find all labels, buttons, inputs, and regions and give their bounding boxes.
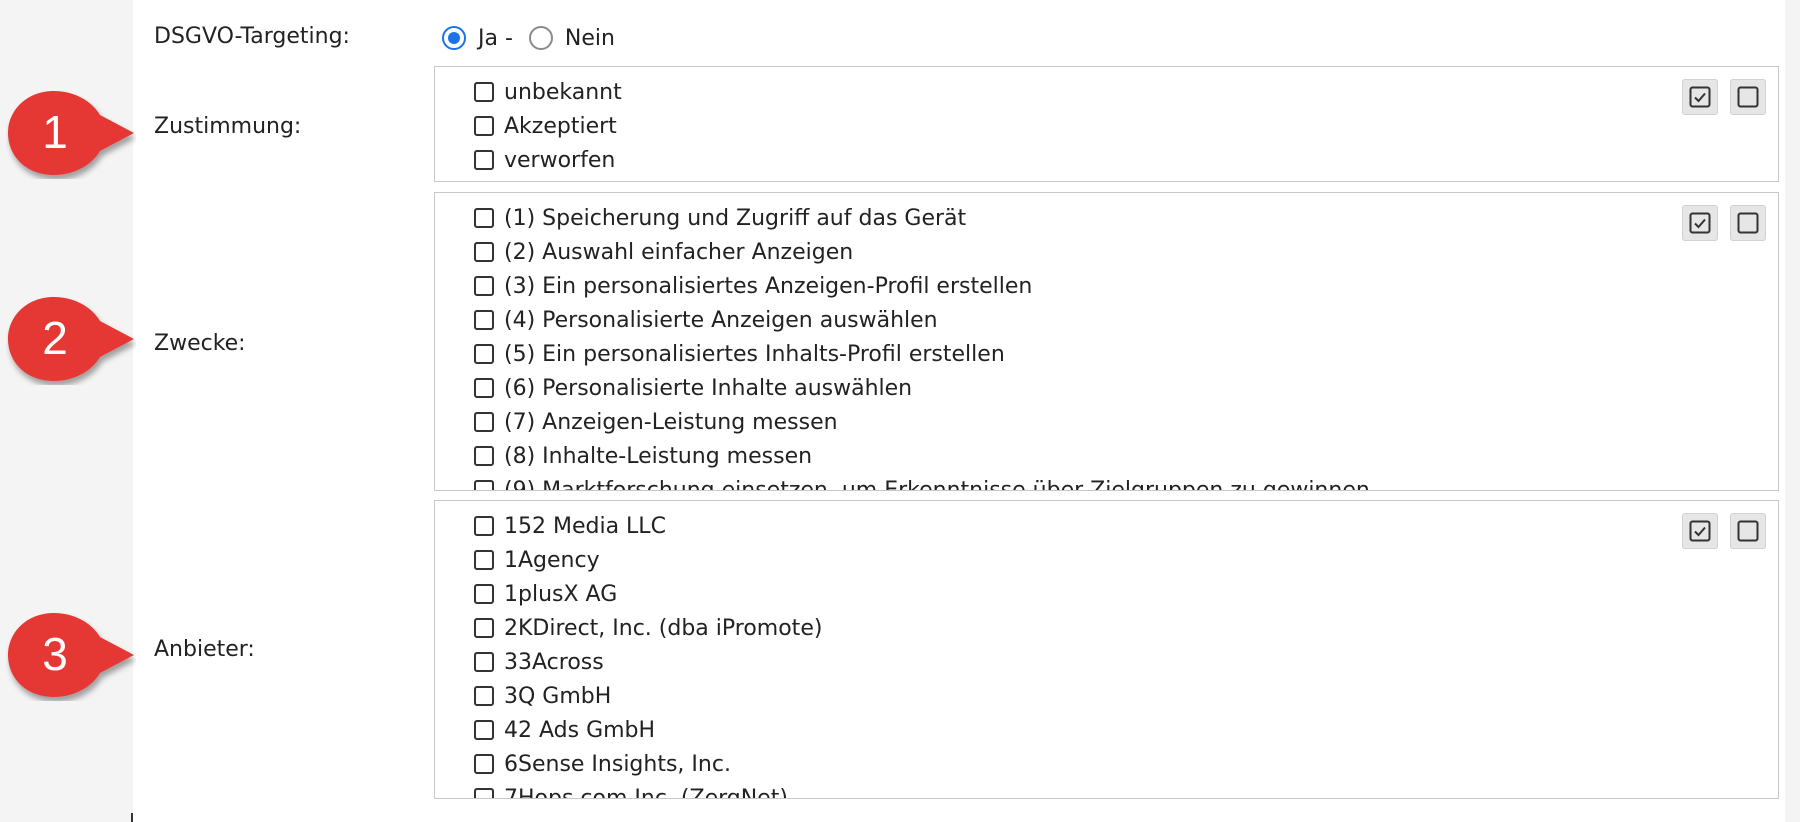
anbieter-label: Anbieter:: [154, 637, 255, 662]
anbieter-items: 152 Media LLC 1Agency 1plusX AG 2KDirect, I…: [474, 509, 822, 799]
annotation-marker-3-number: 3: [42, 628, 68, 680]
checkbox[interactable]: [474, 242, 494, 262]
checkbox-option[interactable]: (3) Ein personalisiertes Anzeigen-Profil…: [474, 269, 1370, 303]
zwecke-label: Zwecke:: [154, 331, 246, 356]
checkbox-option-label[interactable]: verworfen: [504, 148, 615, 173]
empty-square-icon: [1737, 212, 1759, 234]
checkbox[interactable]: [474, 754, 494, 774]
checkbox-option[interactable]: 3Q GmbH: [474, 679, 822, 713]
checkbox-option-label[interactable]: (4) Personalisierte Anzeigen auswählen: [504, 308, 938, 333]
zustimmung-checkbox-list[interactable]: unbekannt Akzeptiert verworfen: [434, 66, 1779, 182]
zustimmung-items: unbekannt Akzeptiert verworfen: [474, 75, 622, 177]
checkbox-option[interactable]: 6Sense Insights, Inc.: [474, 747, 822, 781]
annotation-marker-1-number: 1: [42, 106, 68, 158]
annotation-marker-1: 1: [6, 89, 136, 179]
checkbox[interactable]: [474, 550, 494, 570]
checkbox-option[interactable]: 1plusX AG: [474, 577, 822, 611]
checkbox-option[interactable]: verworfen: [474, 143, 622, 177]
checkbox-option-label[interactable]: 33Across: [504, 650, 604, 675]
checkbox-option-label[interactable]: (1) Speicherung und Zugriff auf das Gerä…: [504, 206, 966, 231]
radio-nein-label[interactable]: Nein: [565, 26, 615, 51]
radio-nein[interactable]: [528, 26, 553, 50]
checkbox-option-label[interactable]: Akzeptiert: [504, 114, 617, 139]
anbieter-select-all-button[interactable]: [1682, 513, 1718, 549]
checkbox-option[interactable]: (7) Anzeigen-Leistung messen: [474, 405, 1370, 439]
checkbox-option[interactable]: (9) Marktforschung einsetzen, um Erkennt…: [474, 473, 1370, 491]
annotation-marker-3: 3: [6, 611, 136, 701]
zustimmung-select-none-button[interactable]: [1730, 79, 1766, 115]
checkbox[interactable]: [474, 686, 494, 706]
checkbox-option[interactable]: 2KDirect, Inc. (dba iPromote): [474, 611, 822, 645]
checkbox-option-label[interactable]: (5) Ein personalisiertes Inhalts-Profil …: [504, 342, 1005, 367]
checkbox[interactable]: [474, 652, 494, 672]
checkbox-option-label[interactable]: 6Sense Insights, Inc.: [504, 752, 731, 777]
checkbox-option[interactable]: 1Agency: [474, 543, 822, 577]
checkbox[interactable]: [474, 116, 494, 136]
checkbox-option[interactable]: (1) Speicherung und Zugriff auf das Gerä…: [474, 201, 1370, 235]
zustimmung-label: Zustimmung:: [154, 114, 302, 139]
checkbox-option-label[interactable]: 42 Ads GmbH: [504, 718, 655, 743]
radio-ja[interactable]: [442, 26, 466, 50]
zustimmung-select-all-button[interactable]: [1682, 79, 1718, 115]
checkbox-option-label[interactable]: (8) Inhalte-Leistung messen: [504, 444, 812, 469]
checkbox[interactable]: [474, 480, 494, 490]
checkbox-option[interactable]: (2) Auswahl einfacher Anzeigen: [474, 235, 1370, 269]
annotation-marker-2: 2: [6, 295, 136, 385]
checkbox[interactable]: [474, 412, 494, 432]
checkbox-option[interactable]: unbekannt: [474, 75, 622, 109]
checkbox-option[interactable]: Akzeptiert: [474, 109, 622, 143]
checkbox-option-label[interactable]: 2KDirect, Inc. (dba iPromote): [504, 616, 822, 641]
checkbox-option[interactable]: (6) Personalisierte Inhalte auswählen: [474, 371, 1370, 405]
checkbox[interactable]: [474, 82, 494, 102]
checkbox-option[interactable]: 33Across: [474, 645, 822, 679]
zwecke-items: (1) Speicherung und Zugriff auf das Gerä…: [474, 201, 1370, 491]
checkbox-option[interactable]: 152 Media LLC: [474, 509, 822, 543]
checkbox-option-label[interactable]: (6) Personalisierte Inhalte auswählen: [504, 376, 912, 401]
checkbox[interactable]: [474, 208, 494, 228]
zwecke-checkbox-list[interactable]: (1) Speicherung und Zugriff auf das Gerä…: [434, 192, 1779, 491]
dsgvo-targeting-label: DSGVO-Targeting:: [154, 24, 350, 49]
check-square-icon: [1689, 212, 1711, 234]
checkbox[interactable]: [474, 276, 494, 296]
radio-ja-label[interactable]: Ja -: [478, 26, 513, 51]
checkbox-option-label[interactable]: (7) Anzeigen-Leistung messen: [504, 410, 838, 435]
anbieter-checkbox-list[interactable]: 152 Media LLC 1Agency 1plusX AG 2KDirect, I…: [434, 500, 1779, 799]
checkbox-option-label[interactable]: unbekannt: [504, 80, 622, 105]
checkbox-option[interactable]: (4) Personalisierte Anzeigen auswählen: [474, 303, 1370, 337]
dsgvo-targeting-radio-group: Ja - Nein: [442, 20, 631, 56]
checkbox[interactable]: [474, 618, 494, 638]
checkbox[interactable]: [474, 310, 494, 330]
anbieter-select-none-button[interactable]: [1730, 513, 1766, 549]
checkbox-option-label[interactable]: 1Agency: [504, 548, 600, 573]
panel-edge-mark: [131, 813, 133, 822]
checkbox[interactable]: [474, 788, 494, 798]
checkbox[interactable]: [474, 150, 494, 170]
empty-square-icon: [1737, 86, 1759, 108]
checkbox-option[interactable]: (8) Inhalte-Leistung messen: [474, 439, 1370, 473]
checkbox-option[interactable]: (5) Ein personalisiertes Inhalts-Profil …: [474, 337, 1370, 371]
checkbox[interactable]: [474, 378, 494, 398]
checkbox-option-label[interactable]: (9) Marktforschung einsetzen, um Erkennt…: [504, 478, 1370, 491]
checkbox-option-label[interactable]: 152 Media LLC: [504, 514, 666, 539]
checkbox[interactable]: [474, 720, 494, 740]
annotation-marker-2-number: 2: [42, 312, 68, 364]
checkbox[interactable]: [474, 516, 494, 536]
checkbox-option-label[interactable]: 1plusX AG: [504, 582, 617, 607]
zwecke-select-all-button[interactable]: [1682, 205, 1718, 241]
checkbox-option-label[interactable]: 7Hops.com Inc. (ZergNet): [504, 786, 788, 799]
checkbox-option-label[interactable]: (3) Ein personalisiertes Anzeigen-Profil…: [504, 274, 1032, 299]
zwecke-select-none-button[interactable]: [1730, 205, 1766, 241]
empty-square-icon: [1737, 520, 1759, 542]
checkbox[interactable]: [474, 344, 494, 364]
checkbox[interactable]: [474, 446, 494, 466]
checkbox-option-label[interactable]: 3Q GmbH: [504, 684, 611, 709]
checkbox-option-label[interactable]: (2) Auswahl einfacher Anzeigen: [504, 240, 853, 265]
checkbox[interactable]: [474, 584, 494, 604]
check-square-icon: [1689, 86, 1711, 108]
checkbox-option[interactable]: 7Hops.com Inc. (ZergNet): [474, 781, 822, 799]
check-square-icon: [1689, 520, 1711, 542]
checkbox-option[interactable]: 42 Ads GmbH: [474, 713, 822, 747]
